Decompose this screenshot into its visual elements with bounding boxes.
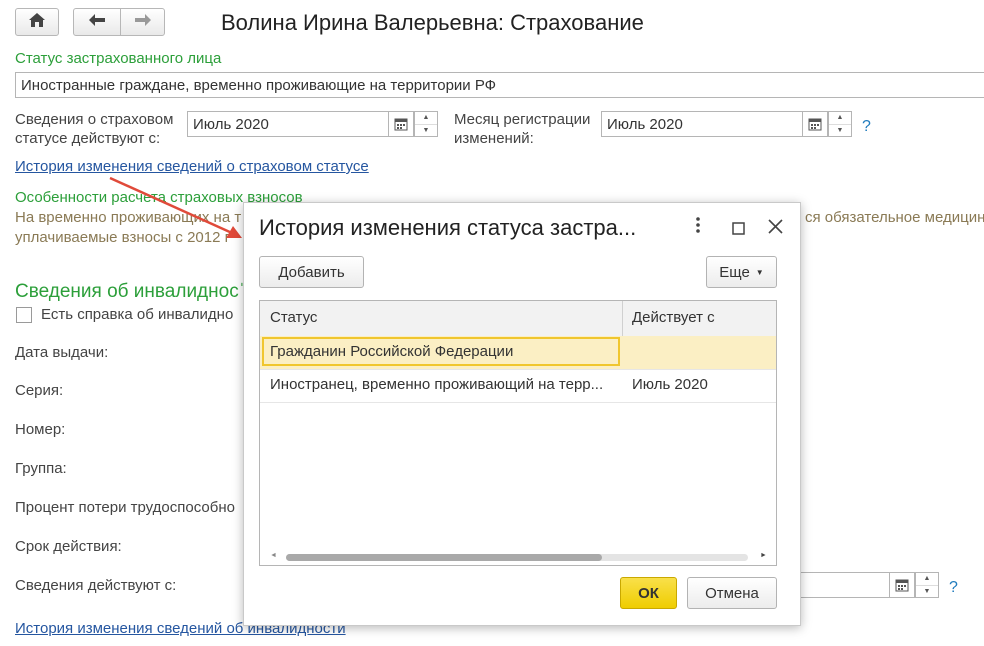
scrollbar-thumb[interactable] [286,554,602,561]
scroll-left-icon[interactable]: ◄ [270,552,277,559]
disability-check-label: Есть справка об инвалидно [41,306,234,323]
calendar-icon[interactable] [388,111,414,137]
status-valid-from-field[interactable]: Июль 2020 [187,111,389,137]
calendar-icon[interactable] [802,111,828,137]
reg-month-label: Месяц регистрации изменений: [454,111,591,147]
status-valid-from-label: Сведения о страховом статусе действуют с… [15,111,174,147]
more-button-label: Еще [719,263,750,281]
arrow-left-icon [88,13,106,31]
cancel-button[interactable]: Отмена [687,577,777,609]
insured-status-field[interactable]: Иностранные граждане, временно проживающ… [15,72,984,98]
reg-month-field[interactable]: Июль 2020 [601,111,803,137]
arrow-right-icon [134,13,152,31]
history-table: Статус Действует с Гражданин Российской … [259,300,777,566]
number-label: Номер: [15,421,66,438]
table-row[interactable]: Гражданин Российской Федерации [260,336,776,370]
add-button[interactable]: Добавить [259,256,364,288]
home-button[interactable] [15,8,59,36]
disability-checkbox[interactable] [16,307,32,323]
dialog-title: История изменения статуса застра... [259,215,637,240]
annotation-arrow-icon [109,176,242,238]
percent-label: Процент потери трудоспособно [15,499,235,516]
table-row[interactable]: Иностранец, временно проживающий на терр… [260,369,776,403]
column-header-from[interactable]: Действует с [632,309,715,326]
back-button[interactable] [73,8,121,36]
series-label: Серия: [15,382,64,399]
spin-up-icon: ▲ [916,573,938,586]
validity-label: Срок действия: [15,538,122,555]
spin-down-icon: ▼ [422,126,430,134]
row-status-cell: Иностранец, временно проживающий на терр… [270,376,604,393]
group-label: Группа: [15,460,67,477]
home-icon [28,12,46,32]
spin-up-icon: ▲ [415,112,437,125]
close-icon[interactable] [768,218,783,239]
maximize-icon[interactable] [732,219,745,240]
help-icon[interactable]: ? [862,118,871,136]
table-header: Статус Действует с [260,301,776,337]
calc-note-line1-right: ся обязательное медицин [805,209,984,226]
spin-down-icon: ▼ [836,126,844,134]
data-valid-label: Сведения действуют с: [15,577,177,594]
data-valid-field[interactable] [800,572,890,598]
horizontal-scrollbar[interactable]: ◄ ► [260,549,776,565]
chevron-down-icon: ▼ [755,267,764,277]
disability-title: Сведения об инвалидносˈ [15,281,246,302]
data-valid-stepper[interactable]: ▲ ▼ [915,572,939,598]
status-month-stepper[interactable]: ▲ ▼ [414,111,438,137]
column-header-status[interactable]: Статус [270,309,317,326]
calendar-icon[interactable] [889,572,915,598]
issue-date-label: Дата выдачи: [15,344,109,361]
spin-down-icon: ▼ [923,587,931,595]
insured-status-label: Статус застрахованного лица [15,50,222,67]
row-from-cell: Июль 2020 [632,376,708,393]
spin-up-icon: ▲ [829,112,851,125]
row-status-cell: Гражданин Российской Федерации [270,343,514,360]
forward-button[interactable] [120,8,165,36]
reg-month-stepper[interactable]: ▲ ▼ [828,111,852,137]
scroll-right-icon[interactable]: ► [760,552,767,559]
help-icon[interactable]: ? [949,579,958,597]
history-dialog: История изменения статуса застра... Доба… [243,202,801,626]
ok-button[interactable]: ОК [620,577,677,609]
window-title: Волина Ирина Валерьевна: Страхование [221,10,644,35]
more-button[interactable]: Еще ▼ [706,256,777,288]
more-vert-icon[interactable] [695,217,701,238]
